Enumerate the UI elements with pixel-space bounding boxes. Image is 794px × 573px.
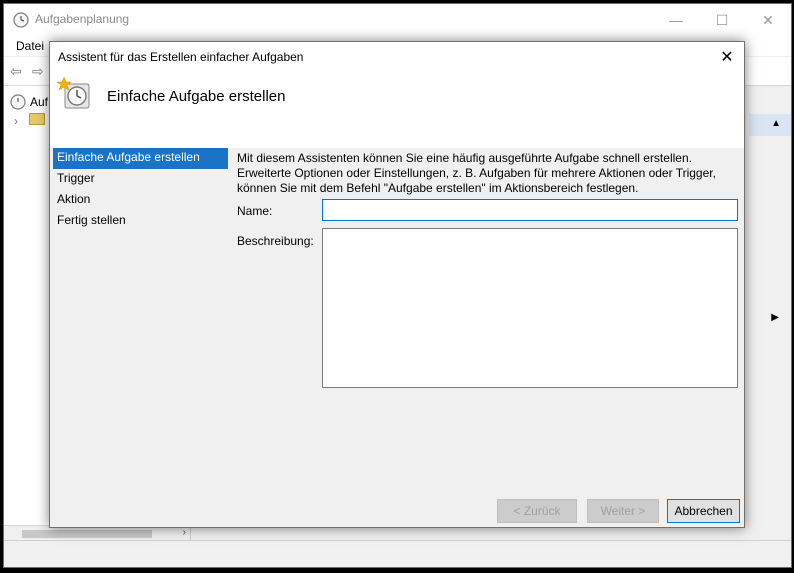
step-einfache-aufgabe[interactable]: Einfache Aufgabe erstellen xyxy=(53,148,228,169)
intro-line: Erweiterte Optionen oder Einstellungen, … xyxy=(237,166,716,180)
wizard-steps: Einfache Aufgabe erstellen Trigger Aktio… xyxy=(53,148,228,232)
next-button[interactable]: Weiter > xyxy=(587,499,659,523)
close-window-icon[interactable]: ✕ xyxy=(745,4,791,36)
description-field[interactable] xyxy=(322,228,738,388)
dialog-title-bar: Assistent für das Erstellen einfacher Au… xyxy=(50,42,744,72)
dialog-title: Assistent für das Erstellen einfacher Au… xyxy=(58,50,304,64)
scrollbar-thumb[interactable] xyxy=(22,530,152,538)
intro-line: Mit diesem Assistenten können Sie eine h… xyxy=(237,151,692,165)
clock-icon xyxy=(10,94,26,110)
submenu-arrow-icon[interactable]: ▶ xyxy=(771,312,779,323)
step-trigger[interactable]: Trigger xyxy=(53,169,228,190)
name-field[interactable] xyxy=(322,199,738,221)
clock-icon xyxy=(13,12,29,28)
basic-task-wizard-dialog: Assistent für das Erstellen einfacher Au… xyxy=(49,41,745,528)
wizard-header: Einfache Aufgabe erstellen xyxy=(50,72,744,148)
folder-icon xyxy=(29,113,45,125)
minimize-icon[interactable]: — xyxy=(653,4,699,36)
menu-datei[interactable]: Datei xyxy=(16,39,44,53)
maximize-icon[interactable]: ☐ xyxy=(699,4,745,36)
cancel-button[interactable]: Abbrechen xyxy=(667,499,740,523)
forward-arrow-icon[interactable]: ⇨ xyxy=(32,63,44,80)
wizard-heading: Einfache Aufgabe erstellen xyxy=(107,88,286,105)
description-label: Beschreibung: xyxy=(237,234,314,248)
task-wizard-icon xyxy=(57,76,90,109)
scroll-right-icon[interactable]: › xyxy=(183,527,186,538)
title-bar: Aufgabenplanung — ☐ ✕ xyxy=(4,4,791,36)
tree-item-root[interactable]: Auf xyxy=(30,95,48,109)
step-aktion[interactable]: Aktion xyxy=(53,190,228,211)
back-arrow-icon[interactable]: ⇦ xyxy=(10,63,22,80)
window-title: Aufgabenplanung xyxy=(35,12,130,26)
back-button[interactable]: < Zurück xyxy=(497,499,577,523)
intro-line: können Sie mit dem Befehl "Aufgabe erste… xyxy=(237,181,639,195)
expand-chevron-icon[interactable]: › xyxy=(14,114,18,128)
status-bar xyxy=(4,540,791,567)
name-label: Name: xyxy=(237,204,273,218)
step-fertig-stellen[interactable]: Fertig stellen xyxy=(53,211,228,232)
close-icon[interactable]: ✕ xyxy=(710,42,744,72)
collapse-up-icon[interactable]: ▲ xyxy=(771,118,781,129)
actions-header: ▲ xyxy=(749,114,791,136)
intro-text: Mit diesem Assistenten können Sie eine h… xyxy=(237,151,717,196)
